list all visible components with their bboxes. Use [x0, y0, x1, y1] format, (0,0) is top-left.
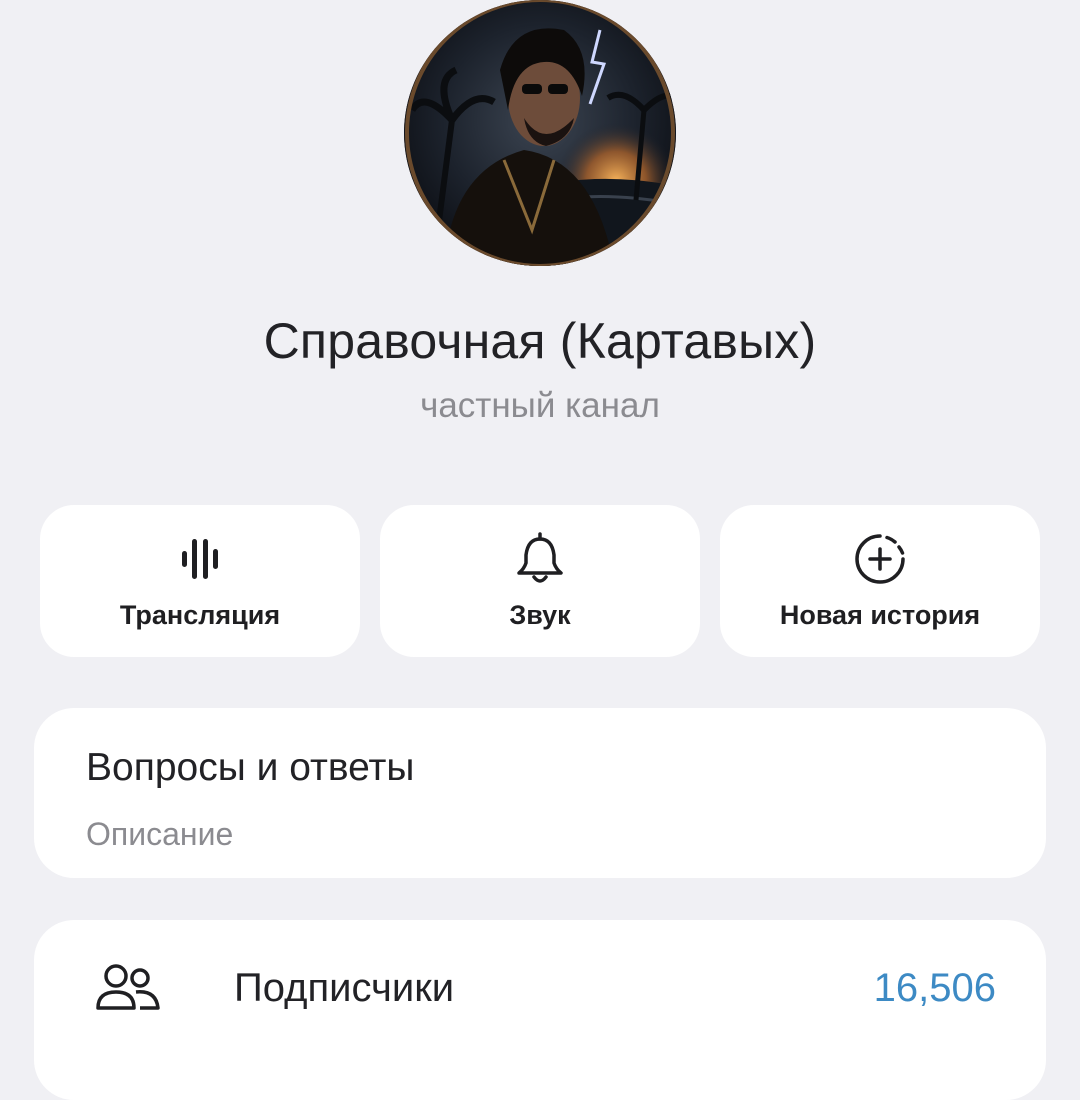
sound-button-label: Звук: [509, 600, 571, 630]
channel-avatar[interactable]: [404, 0, 676, 266]
broadcast-button[interactable]: Трансляция: [40, 505, 360, 657]
description-text: Вопросы и ответы: [86, 746, 415, 789]
new-story-button[interactable]: Новая история: [720, 505, 1040, 657]
subscribers-row[interactable]: Подписчики 16,506: [34, 920, 1046, 1100]
avatar-image: [404, 0, 676, 266]
subscribers-count: 16,506: [873, 966, 996, 1010]
action-buttons-row: Трансляция Звук Новая история: [40, 505, 1040, 657]
subscribers-label: Подписчики: [234, 966, 455, 1010]
sound-button[interactable]: Звук: [380, 505, 700, 657]
broadcast-bars-icon: [182, 539, 218, 579]
description-card[interactable]: Вопросы и ответы Описание: [34, 708, 1046, 878]
new-story-plus-icon: [855, 534, 905, 584]
people-icon: [96, 964, 160, 1010]
channel-title: Справочная (Картавых): [263, 313, 817, 369]
channel-type-label: частный канал: [420, 386, 660, 425]
description-caption: Описание: [86, 816, 234, 852]
bell-icon: [517, 532, 563, 583]
new-story-button-label: Новая история: [779, 600, 981, 630]
broadcast-button-label: Трансляция: [119, 600, 281, 630]
